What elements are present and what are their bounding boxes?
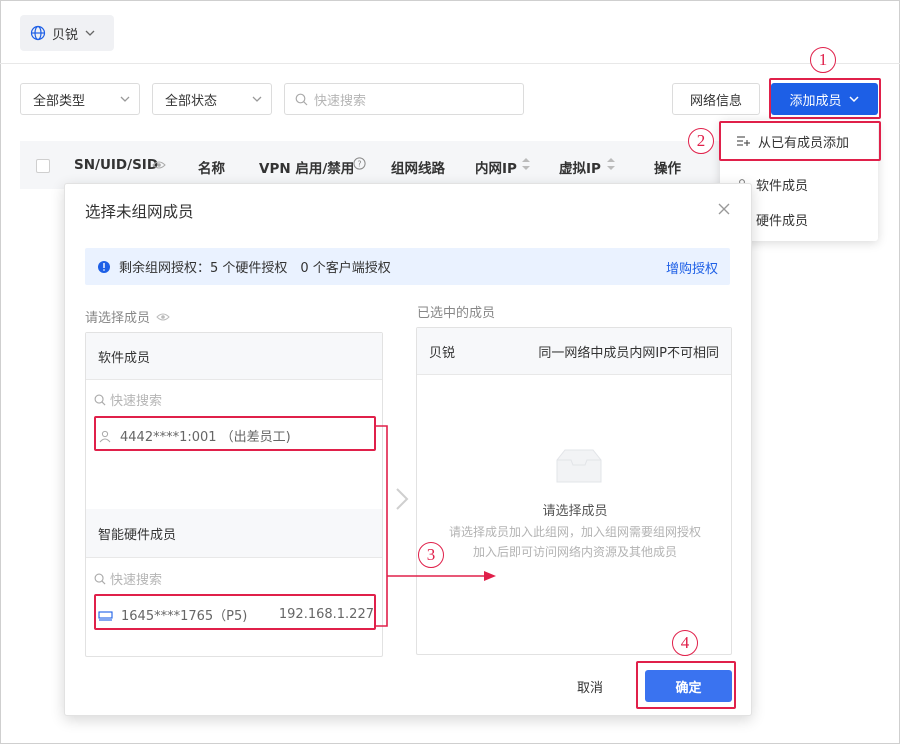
divider <box>86 379 382 380</box>
search-icon <box>295 93 308 105</box>
buy-license-link[interactable]: 增购授权 <box>666 258 718 277</box>
sort-icon[interactable] <box>521 157 531 171</box>
left-label-text: 请选择成员 <box>85 311 151 326</box>
column-header-virtual-ip: 虚拟IP <box>559 161 601 177</box>
software-search-input[interactable]: 快速搜索 <box>94 390 162 409</box>
annotation-step1: 1 <box>810 47 836 73</box>
close-icon[interactable] <box>717 202 731 216</box>
svg-text:?: ? <box>357 160 361 169</box>
chevron-down-icon <box>252 96 262 102</box>
annotation-box-step2 <box>719 121 881 161</box>
eye-icon[interactable] <box>152 160 166 170</box>
annotation-box-step4 <box>636 661 736 709</box>
hardware-search-input[interactable]: 快速搜索 <box>94 569 162 588</box>
license-info-text: 剩余组网授权：5 个硬件授权 0 个客户端授权 <box>119 261 391 276</box>
help-icon[interactable]: ? <box>353 157 366 170</box>
empty-box-icon <box>556 449 602 483</box>
status-select[interactable]: 全部状态 <box>152 83 272 115</box>
column-header-sn: SN/UID/SID <box>74 157 159 173</box>
column-header-line: 组网线路 <box>391 161 445 177</box>
divider <box>417 374 731 375</box>
org-selector[interactable]: 贝锐 <box>20 15 114 51</box>
hardware-search-placeholder: 快速搜索 <box>110 573 163 588</box>
select-all-checkbox[interactable] <box>36 159 50 173</box>
annotation-arrow-step3 <box>376 425 496 627</box>
annotation-step4: 4 <box>672 630 698 656</box>
left-panel-label: 请选择成员 <box>85 307 170 326</box>
dropdown-item-label: 硬件成员 <box>756 213 809 229</box>
divider <box>86 557 382 558</box>
software-group-header: 软件成员 <box>86 333 382 379</box>
search-input[interactable]: 快速搜索 <box>284 83 524 115</box>
status-select-value: 全部状态 <box>165 93 218 109</box>
info-icon <box>98 260 110 273</box>
search-icon <box>94 573 106 584</box>
dialog-title: 选择未组网成员 <box>85 203 194 221</box>
search-placeholder: 快速搜索 <box>314 93 367 109</box>
top-divider <box>0 63 900 64</box>
column-header-name: 名称 <box>198 161 225 177</box>
license-info-banner: 剩余组网授权：5 个硬件授权 0 个客户端授权 增购授权 <box>85 248 730 285</box>
column-header-vpn: VPN 启用/禁用 <box>259 161 355 177</box>
search-icon <box>94 394 106 405</box>
dropdown-item-label: 软件成员 <box>756 178 809 194</box>
type-select[interactable]: 全部类型 <box>20 83 140 115</box>
annotation-box-software-member <box>94 416 376 451</box>
column-header-lan-ip: 内网IP <box>475 161 517 177</box>
chevron-down-icon <box>120 96 130 102</box>
annotation-box-hardware-member <box>94 594 376 630</box>
type-select-value: 全部类型 <box>33 93 86 109</box>
annotation-step2: 2 <box>688 128 714 154</box>
software-search-placeholder: 快速搜索 <box>110 394 163 409</box>
right-panel-label: 已选中的成员 <box>417 306 496 321</box>
org-label: 贝锐 <box>52 27 79 43</box>
chevron-down-icon <box>85 30 95 36</box>
network-info-button[interactable]: 网络信息 <box>672 83 760 115</box>
network-name: 贝锐 <box>429 345 456 361</box>
hardware-group-header: 智能硬件成员 <box>86 509 382 557</box>
globe-icon <box>30 25 46 41</box>
selected-panel-header: 贝锐 同一网络中成员内网IP不可相同 <box>417 328 731 374</box>
annotation-box-step1 <box>769 78 881 119</box>
eye-icon[interactable] <box>156 312 170 322</box>
column-header-actions: 操作 <box>654 161 681 177</box>
annotation-step3: 3 <box>418 542 444 568</box>
cancel-button[interactable]: 取消 <box>563 670 617 702</box>
ip-conflict-hint: 同一网络中成员内网IP不可相同 <box>538 345 719 361</box>
sort-icon[interactable] <box>606 157 616 171</box>
